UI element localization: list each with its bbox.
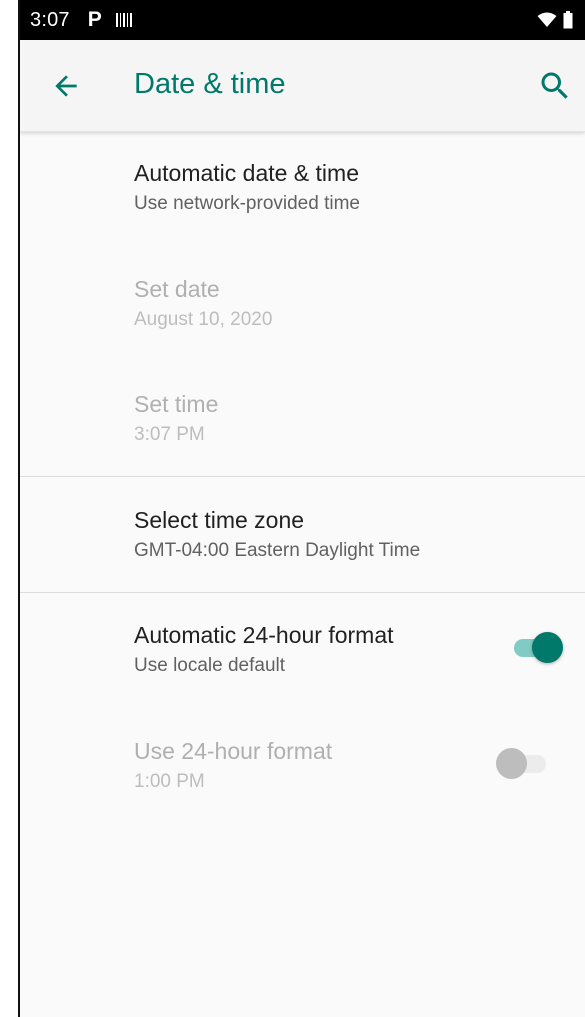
arrow-back-icon[interactable] bbox=[50, 70, 82, 102]
status-icons bbox=[537, 11, 573, 29]
app-bar: Date & time bbox=[20, 40, 585, 132]
phone-screen: 3:07 P Date & time Automatic date & time… bbox=[18, 0, 585, 1017]
setting-title: Set time bbox=[134, 391, 219, 417]
setting-set-date: Set date August 10, 2020 bbox=[134, 275, 585, 333]
wifi-icon bbox=[537, 12, 557, 27]
setting-summary: GMT-04:00 Eastern Daylight Time bbox=[134, 540, 421, 561]
setting-set-time: Set time 3:07 PM bbox=[134, 390, 585, 448]
automatic-24-hour-toggle[interactable] bbox=[508, 628, 564, 668]
search-icon[interactable] bbox=[537, 68, 573, 104]
setting-title: Set date bbox=[134, 276, 220, 302]
setting-title: Automatic date & time bbox=[134, 160, 359, 186]
divider bbox=[20, 592, 585, 593]
p-icon: P bbox=[87, 8, 102, 31]
setting-summary: Use network-provided time bbox=[134, 193, 360, 214]
divider bbox=[20, 476, 585, 477]
setting-automatic-date-time[interactable]: Automatic date & time Use network-provid… bbox=[134, 159, 585, 217]
setting-summary: August 10, 2020 bbox=[134, 309, 273, 330]
toggle-thumb bbox=[532, 632, 563, 663]
setting-summary: 3:07 PM bbox=[134, 424, 205, 445]
setting-select-time-zone[interactable]: Select time zone GMT-04:00 Eastern Dayli… bbox=[134, 506, 585, 564]
barcode-icon bbox=[115, 12, 132, 28]
battery-icon bbox=[563, 11, 573, 29]
status-bar: 3:07 P bbox=[20, 0, 585, 40]
toggle-thumb bbox=[496, 748, 527, 779]
setting-title: Select time zone bbox=[134, 507, 305, 533]
page-title: Date & time bbox=[134, 68, 286, 100]
use-24-hour-toggle bbox=[496, 744, 552, 784]
status-time: 3:07 bbox=[30, 8, 70, 31]
